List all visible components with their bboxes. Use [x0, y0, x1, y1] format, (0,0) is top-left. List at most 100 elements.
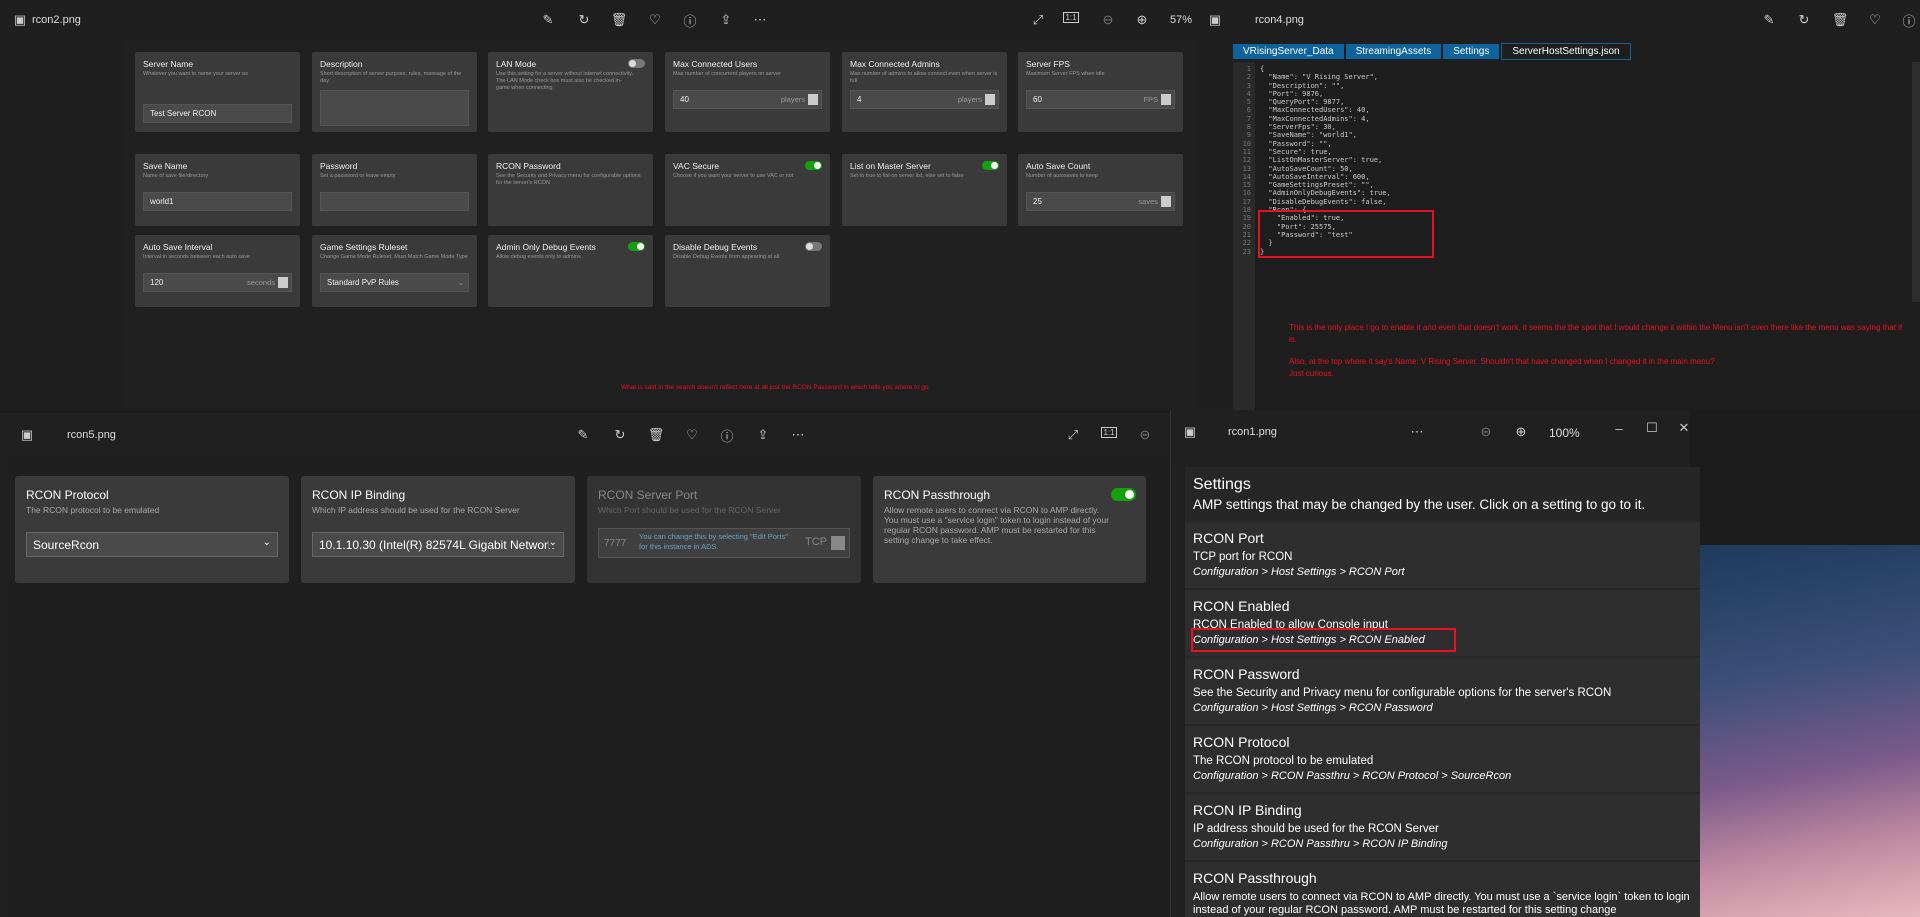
code-line[interactable]: "DisableDebugEvents": false, — [1260, 198, 1391, 206]
setting-rcon-protocol[interactable]: RCON Protocol The RCON protocol to be em… — [1185, 726, 1700, 792]
zoom-out-icon[interactable]: ⊖ — [1478, 424, 1494, 440]
more-icon[interactable]: ⋯ — [1409, 424, 1425, 440]
edit-icon[interactable]: ✎ — [540, 12, 556, 28]
code-line[interactable]: "Port": 9876, — [1260, 90, 1391, 98]
card-vac-secure[interactable]: VAC Secure Choose if you want your server… — [665, 154, 830, 226]
max-admins-input[interactable]: 4 players — [850, 90, 999, 109]
fullscreen-icon[interactable]: ⤢ — [1030, 12, 1046, 28]
crumb-item[interactable]: Settings — [1443, 43, 1500, 59]
crumb-item[interactable]: ServerHostSettings.json — [1501, 42, 1631, 60]
server-fps-input[interactable]: 60 FPS — [1026, 90, 1175, 109]
list-master-toggle[interactable] — [982, 161, 999, 170]
code-line[interactable]: "Name": "V Rising Server", — [1260, 73, 1391, 81]
card-max-admins[interactable]: Max Connected Admins Max number of admins… — [842, 52, 1007, 132]
rotate-icon[interactable]: ↻ — [612, 427, 628, 443]
zoom-out-icon[interactable]: ⊖ — [1100, 12, 1116, 28]
lan-mode-toggle[interactable] — [628, 59, 645, 68]
card-max-users[interactable]: Max Connected Users Max number of concurr… — [665, 52, 830, 132]
favorite-icon[interactable]: ♡ — [1867, 12, 1883, 28]
spinner-icon[interactable] — [1161, 196, 1171, 207]
max-users-input[interactable]: 40 players — [673, 90, 822, 109]
disable-debug-toggle[interactable] — [805, 242, 822, 251]
card-server-name[interactable]: Server Name Whatever you want to name you… — [135, 52, 300, 132]
info-icon[interactable]: ⓘ — [719, 427, 735, 444]
card-lan-mode[interactable]: LAN Mode Use this setting for a server wi… — [488, 52, 653, 132]
favorite-icon[interactable]: ♡ — [684, 427, 700, 443]
maximize-icon[interactable]: ☐ — [1644, 420, 1660, 436]
code-line[interactable]: "AdminOnlyDebugEvents": true, — [1260, 189, 1390, 197]
code-line[interactable]: "AutoSaveCount": 50, — [1260, 165, 1391, 173]
vac-secure-toggle[interactable] — [805, 161, 822, 170]
card-game-settings-ruleset[interactable]: Game Settings Ruleset Change Game Mode Ru… — [312, 235, 477, 307]
card-auto-save-count[interactable]: Auto Save Count Number of autosaves to ke… — [1018, 154, 1183, 226]
code-line[interactable]: "AutoSaveInterval": 600, — [1260, 173, 1391, 181]
delete-icon[interactable]: 🗑 — [1832, 12, 1849, 28]
card-password[interactable]: Password Set a password or leave empty — [312, 154, 477, 226]
ruleset-select[interactable]: Standard PvP Rules ⌄ — [320, 273, 469, 292]
code-line[interactable]: "SaveName": "world1", — [1260, 131, 1391, 139]
spinner-icon[interactable] — [278, 277, 288, 288]
spinner-icon[interactable] — [808, 94, 818, 105]
code-line[interactable]: "Description": "", — [1260, 82, 1391, 90]
save-name-input[interactable]: world1 — [143, 192, 292, 211]
delete-icon[interactable]: 🗑 — [611, 12, 628, 28]
card-list-master[interactable]: List on Master Server Set to true to list… — [842, 154, 1007, 226]
favorite-icon[interactable]: ♡ — [647, 12, 663, 28]
card-server-fps[interactable]: Server FPS Maximum Server FPS when idle 60… — [1018, 52, 1183, 132]
zoom-out-icon[interactable]: ⊖ — [1137, 427, 1153, 443]
setting-rcon-passthrough[interactable]: RCON Passthrough Allow remote users to c… — [1185, 862, 1700, 917]
password-input[interactable] — [320, 192, 469, 211]
code-line[interactable]: "GameSettingsPreset": "", — [1260, 181, 1391, 189]
spinner-icon[interactable] — [985, 94, 995, 105]
fullscreen-icon[interactable]: ⤢ — [1065, 427, 1081, 443]
card-save-name[interactable]: Save Name Name of save file/directory worl… — [135, 154, 300, 226]
delete-icon[interactable]: 🗑 — [648, 427, 665, 443]
card-description[interactable]: Description Short description of server p… — [312, 52, 477, 132]
rcon-protocol-select[interactable]: SourceRcon ⌄ — [26, 532, 278, 557]
more-icon[interactable]: ⋯ — [790, 427, 806, 443]
admin-debug-toggle[interactable] — [628, 242, 645, 251]
card-rcon-protocol[interactable]: RCON Protocol The RCON protocol to be em… — [15, 476, 289, 583]
card-rcon-ip-binding[interactable]: RCON IP Binding Which IP address should … — [301, 476, 575, 583]
edit-icon[interactable]: ✎ — [575, 427, 591, 443]
passthrough-toggle[interactable] — [1111, 488, 1136, 501]
scrollbar[interactable] — [1912, 62, 1920, 302]
setting-rcon-enabled[interactable]: RCON Enabled RCON Enabled to allow Conso… — [1185, 590, 1700, 656]
card-rcon-password[interactable]: RCON Password See the Security and Privac… — [488, 154, 653, 226]
auto-save-count-input[interactable]: 25 saves — [1026, 192, 1175, 211]
actual-size-icon[interactable]: 1:1 — [1063, 12, 1079, 23]
info-icon[interactable]: ⓘ — [1901, 12, 1917, 29]
card-rcon-passthrough[interactable]: RCON Passthrough Allow remote users to c… — [873, 476, 1146, 583]
info-icon[interactable]: ⓘ — [682, 12, 698, 29]
card-disable-debug[interactable]: Disable Debug Events Disable Debug Events… — [665, 235, 830, 307]
close-icon[interactable]: ✕ — [1676, 420, 1690, 436]
edit-icon[interactable]: ✎ — [1761, 12, 1777, 28]
setting-rcon-port[interactable]: RCON Port TCP port for RCON Configuratio… — [1185, 522, 1700, 588]
spinner-icon[interactable] — [1161, 94, 1171, 105]
crumb-item[interactable]: StreamingAssets — [1345, 43, 1442, 59]
rotate-icon[interactable]: ↻ — [576, 12, 592, 28]
code-line[interactable]: "Password": "", — [1260, 140, 1391, 148]
code-line[interactable]: "ServerFps": 30, — [1260, 123, 1391, 131]
setting-rcon-ip-binding[interactable]: RCON IP Binding IP address should be use… — [1185, 794, 1700, 860]
description-input[interactable] — [320, 90, 469, 126]
code-line[interactable]: "QueryPort": 9877, — [1260, 98, 1391, 106]
code-line[interactable]: "ListOnMasterServer": true, — [1260, 156, 1391, 164]
zoom-in-icon[interactable]: ⊕ — [1513, 424, 1529, 440]
card-admin-debug[interactable]: Admin Only Debug Events Allow debug event… — [488, 235, 653, 307]
rotate-icon[interactable]: ↻ — [1796, 12, 1812, 28]
card-auto-save-interval[interactable]: Auto Save Interval Interval in seconds be… — [135, 235, 300, 307]
zoom-in-icon[interactable]: ⊕ — [1134, 12, 1150, 28]
server-name-input[interactable]: Test Server RCON — [143, 104, 292, 123]
actual-size-icon[interactable]: 1:1 — [1101, 427, 1117, 438]
code-line[interactable]: { — [1260, 65, 1391, 73]
more-icon[interactable]: ⋯ — [752, 12, 768, 28]
minimize-icon[interactable]: – — [1611, 420, 1627, 436]
code-line[interactable]: "MaxConnectedAdmins": 4, — [1260, 115, 1391, 123]
share-icon[interactable]: ⇪ — [755, 427, 771, 443]
auto-save-interval-input[interactable]: 120 seconds — [143, 273, 292, 292]
code-line[interactable]: "MaxConnectedUsers": 40, — [1260, 106, 1391, 114]
crumb-item[interactable]: VRisingServer_Data — [1233, 43, 1344, 59]
rcon-ip-select[interactable]: 10.1.10.30 (Intel(R) 82574L Gigabit Netw… — [312, 532, 564, 557]
setting-rcon-password[interactable]: RCON Password See the Security and Priva… — [1185, 658, 1700, 724]
